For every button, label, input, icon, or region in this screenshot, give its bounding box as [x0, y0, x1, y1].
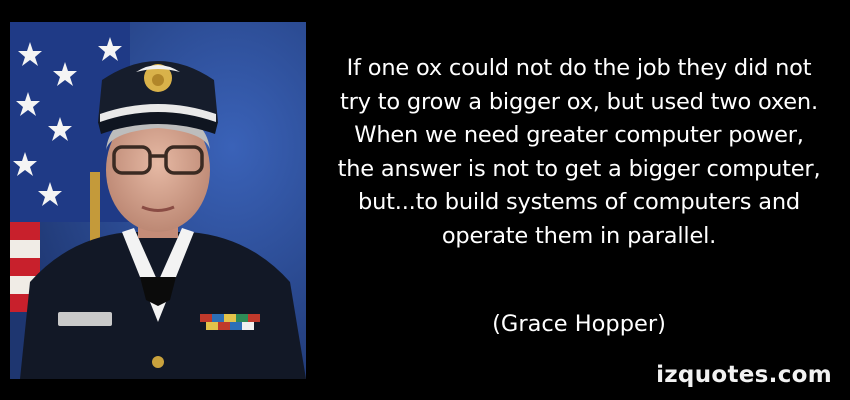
- officer-cap: [98, 61, 218, 134]
- site-watermark: izquotes.com: [656, 362, 832, 388]
- name-tag: [58, 312, 112, 326]
- portrait-photo: [10, 22, 306, 379]
- uniform-button: [152, 356, 164, 368]
- service-ribbons: [200, 314, 260, 330]
- quote-author: (Grace Hopper): [492, 311, 666, 337]
- quote-card: If one ox could not do the job they did …: [0, 0, 850, 400]
- quote-text: If one ox could not do the job they did …: [337, 55, 821, 249]
- portrait-illustration: [10, 22, 306, 379]
